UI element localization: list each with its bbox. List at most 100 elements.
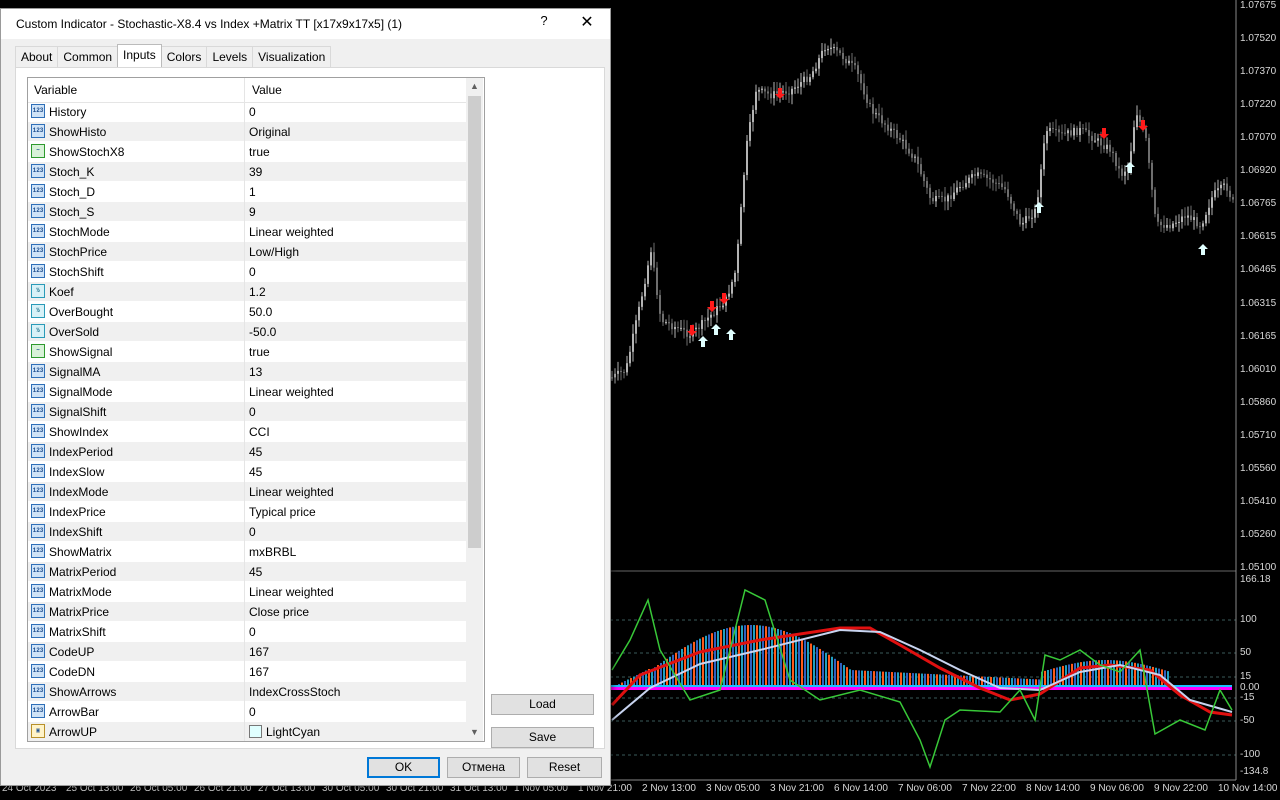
param-value[interactable]: 50.0 (249, 305, 272, 319)
param-value[interactable]: 13 (249, 365, 262, 379)
tab-about[interactable]: About (15, 46, 59, 67)
param-value[interactable]: Original (249, 125, 290, 139)
close-icon[interactable]: ✕ (575, 11, 599, 35)
param-row[interactable]: 123 IndexSlow 45 (28, 462, 466, 482)
param-row[interactable]: 123 History 0 (28, 102, 466, 122)
cell-divider (244, 102, 245, 122)
param-row[interactable]: 123 MatrixMode Linear weighted (28, 582, 466, 602)
param-row[interactable]: 123 CodeUP 167 (28, 642, 466, 662)
reset-button[interactable]: Reset (527, 757, 602, 778)
tab-colors[interactable]: Colors (160, 46, 208, 67)
param-row[interactable]: 123 MatrixPeriod 45 (28, 562, 466, 582)
param-value[interactable]: LightCyan (249, 725, 320, 739)
param-row[interactable]: 123 IndexPeriod 45 (28, 442, 466, 462)
param-value[interactable]: 0 (249, 705, 256, 719)
param-value[interactable]: CCI (249, 425, 270, 439)
param-value[interactable]: 9 (249, 205, 256, 219)
cell-divider (244, 122, 245, 142)
param-row[interactable]: 123 IndexMode Linear weighted (28, 482, 466, 502)
param-row[interactable]: 123 ShowArrows IndexCrossStoch (28, 682, 466, 702)
tab-inputs[interactable]: Inputs (117, 44, 162, 68)
param-name: Stoch_S (49, 205, 95, 219)
param-row[interactable]: 123 MatrixPrice Close price (28, 602, 466, 622)
param-row[interactable]: 123 IndexShift 0 (28, 522, 466, 542)
param-value[interactable]: Typical price (249, 505, 316, 519)
cell-divider (244, 222, 245, 242)
param-value[interactable]: true (249, 345, 270, 359)
param-row[interactable]: 123 MatrixShift 0 (28, 622, 466, 642)
param-value[interactable]: 0 (249, 525, 256, 539)
param-value[interactable]: Close price (249, 605, 309, 619)
param-row[interactable]: 123 StochPrice Low/High (28, 242, 466, 262)
param-value[interactable]: 39 (249, 165, 262, 179)
param-value[interactable]: Low/High (249, 245, 299, 259)
param-row[interactable]: 123 SignalMA 13 (28, 362, 466, 382)
param-row[interactable]: ▣ ArrowUP LightCyan (28, 722, 466, 741)
value-column-header[interactable]: Value (252, 83, 282, 97)
param-row[interactable]: ½ Koef 1.2 (28, 282, 466, 302)
load-button[interactable]: Load (491, 694, 594, 715)
scroll-thumb[interactable] (468, 96, 481, 548)
param-row[interactable]: 123 StochMode Linear weighted (28, 222, 466, 242)
int-type-icon: 123 (31, 384, 45, 398)
cancel-button[interactable]: Отмена (447, 757, 520, 778)
param-value[interactable]: 167 (249, 665, 269, 679)
param-row[interactable]: 123 Stoch_K 39 (28, 162, 466, 182)
param-value[interactable]: 45 (249, 465, 262, 479)
param-value[interactable]: Linear weighted (249, 225, 334, 239)
variable-column-header[interactable]: Variable (34, 83, 77, 97)
tab-levels[interactable]: Levels (206, 46, 254, 67)
param-row[interactable]: 123 ShowMatrix mxBRBL (28, 542, 466, 562)
param-value[interactable]: 167 (249, 645, 269, 659)
param-row[interactable]: 123 IndexPrice Typical price (28, 502, 466, 522)
param-row[interactable]: 123 SignalMode Linear weighted (28, 382, 466, 402)
param-value[interactable]: 0 (249, 105, 256, 119)
column-divider[interactable] (244, 78, 245, 102)
param-value[interactable]: -50.0 (249, 325, 276, 339)
param-row[interactable]: 123 ShowHisto Original (28, 122, 466, 142)
param-row[interactable]: 123 SignalShift 0 (28, 402, 466, 422)
param-row[interactable]: ½ OverBought 50.0 (28, 302, 466, 322)
scroll-down-icon[interactable]: ▼ (466, 724, 483, 741)
candle-body (962, 187, 964, 189)
int-type-icon: 123 (31, 164, 45, 178)
param-value[interactable]: 0 (249, 405, 256, 419)
param-value[interactable]: 45 (249, 445, 262, 459)
int-type-icon: 123 (31, 504, 45, 518)
param-row[interactable]: 123 Stoch_D 1 (28, 182, 466, 202)
param-value[interactable]: Linear weighted (249, 585, 334, 599)
candle-body (884, 123, 886, 125)
param-value[interactable]: IndexCrossStoch (249, 685, 340, 699)
param-row[interactable]: ~ ShowSignal true (28, 342, 466, 362)
candle-body (929, 187, 931, 198)
param-value[interactable]: 45 (249, 565, 262, 579)
help-button[interactable]: ? (535, 13, 553, 33)
candle-body (968, 177, 970, 184)
candle-body (1172, 223, 1174, 229)
ok-button[interactable]: OK (367, 757, 440, 778)
param-value[interactable]: 1 (249, 185, 256, 199)
cell-divider (244, 502, 245, 522)
param-value[interactable]: 0 (249, 265, 256, 279)
param-row[interactable]: ½ OverSold -50.0 (28, 322, 466, 342)
param-value-text: 13 (249, 365, 263, 379)
param-value[interactable]: true (249, 145, 270, 159)
param-value[interactable]: Linear weighted (249, 385, 334, 399)
param-value[interactable]: 1.2 (249, 285, 266, 299)
param-value[interactable]: 0 (249, 625, 256, 639)
save-button[interactable]: Save (491, 727, 594, 748)
scroll-up-icon[interactable]: ▲ (466, 78, 483, 95)
vertical-scrollbar[interactable]: ▲ ▼ (466, 78, 483, 741)
candle-body (890, 128, 892, 131)
param-row[interactable]: 123 StochShift 0 (28, 262, 466, 282)
param-value[interactable]: mxBRBL (249, 545, 296, 559)
tab-visualization[interactable]: Visualization (252, 46, 332, 67)
param-row[interactable]: ~ ShowStochX8 true (28, 142, 466, 162)
param-row[interactable]: 123 CodeDN 167 (28, 662, 466, 682)
param-row[interactable]: 123 ArrowBar 0 (28, 702, 466, 722)
param-value-text: Close price (249, 605, 310, 619)
param-row[interactable]: 123 Stoch_S 9 (28, 202, 466, 222)
param-value[interactable]: Linear weighted (249, 485, 334, 499)
tab-common[interactable]: Common (57, 46, 119, 67)
param-row[interactable]: 123 ShowIndex CCI (28, 422, 466, 442)
